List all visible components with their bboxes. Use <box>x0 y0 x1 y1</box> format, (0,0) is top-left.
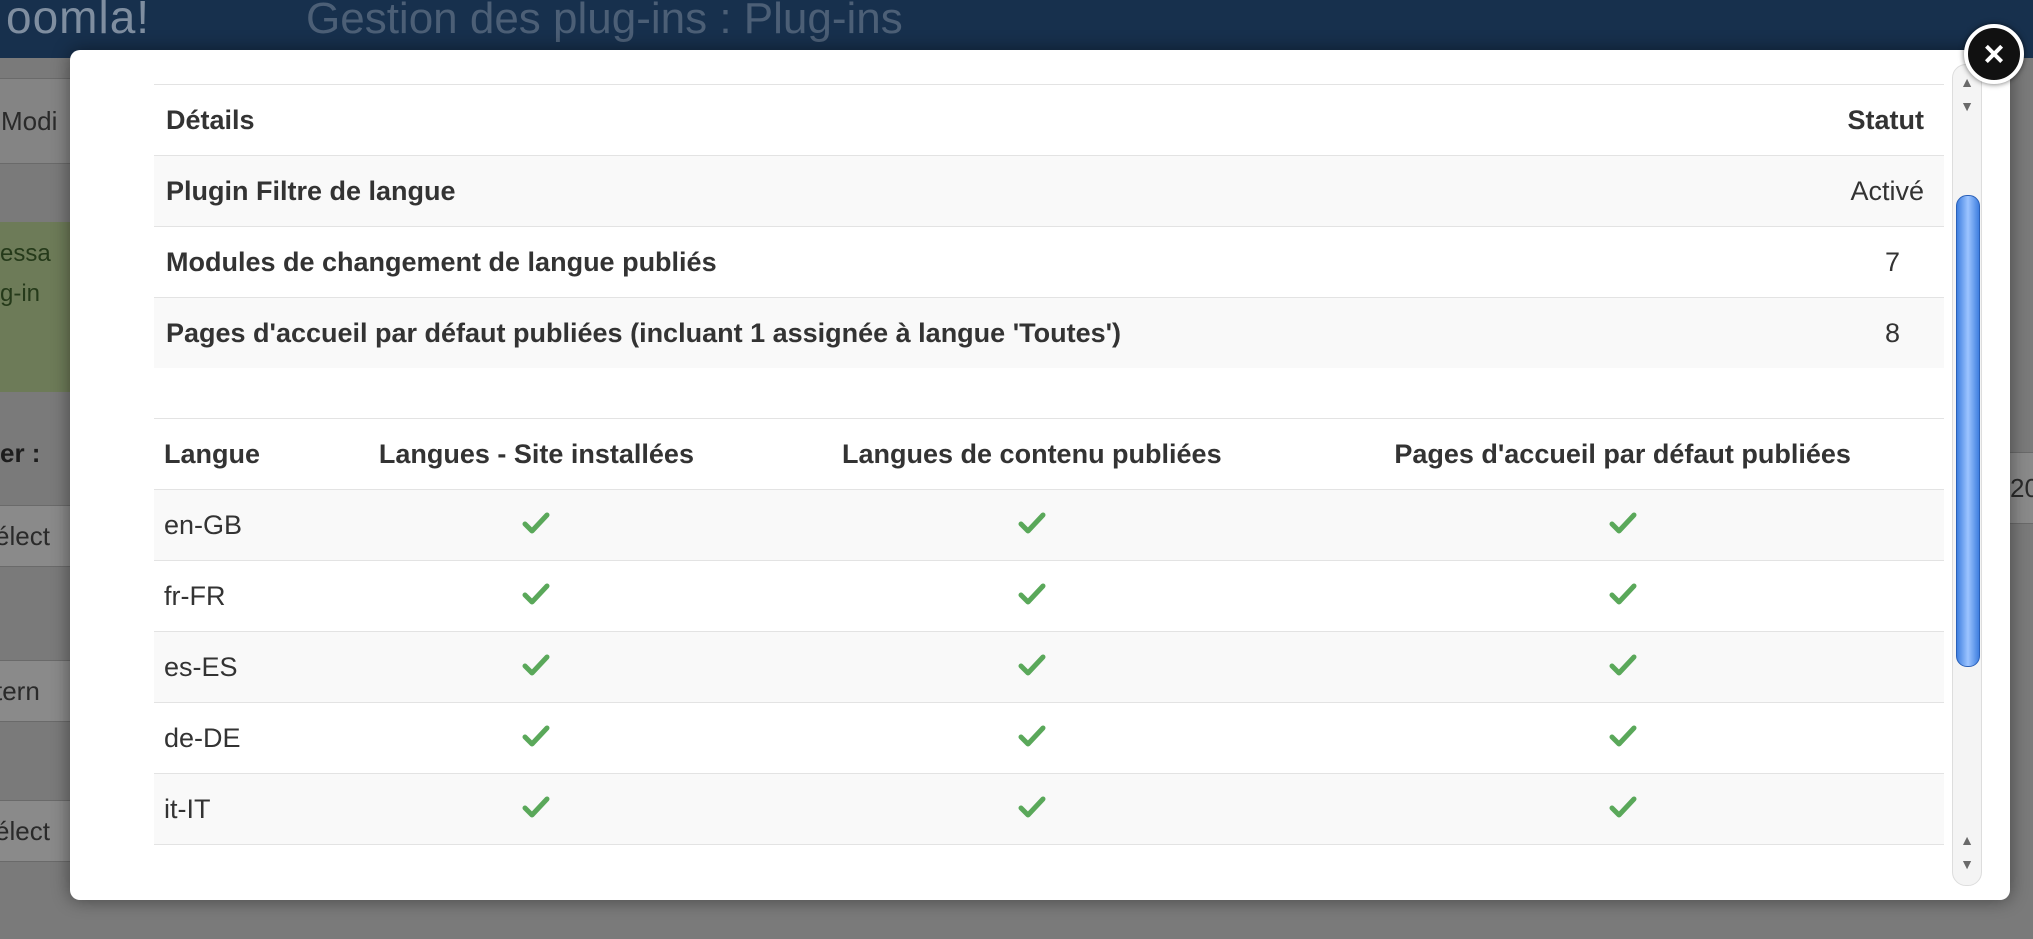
check-icon <box>1609 794 1637 817</box>
language-code: de-DE <box>154 702 311 774</box>
content-published-cell <box>762 702 1302 774</box>
table-row: it-IT <box>154 773 1944 845</box>
search-field[interactable]: tern <box>0 660 76 722</box>
modal-scrollbar[interactable]: ▲ ▼ ▲ ▼ <box>1952 64 1982 886</box>
language-table-body: en-GB fr-FR es-ES de-DE it-IT <box>154 489 1944 884</box>
table-row: Pages d'accueil par défaut publiées (inc… <box>154 297 1944 368</box>
content-published-cell <box>762 773 1302 845</box>
details-header: Détails <box>154 84 1766 156</box>
status-table-header: Détails Statut <box>154 84 1944 156</box>
check-icon <box>1018 794 1046 817</box>
language-code: es-ES <box>154 631 311 703</box>
check-icon <box>522 510 550 533</box>
table-row: de-DE <box>154 702 1944 774</box>
list-limit-value: 20 <box>2010 473 2033 503</box>
search-field-value: tern <box>0 676 40 706</box>
filter-select-1[interactable]: élect <box>0 505 76 567</box>
home-published-cell <box>1301 773 1944 845</box>
content-published-cell <box>762 489 1302 561</box>
scroll-down-arrow-icon[interactable]: ▼ <box>1953 851 1981 877</box>
page-title: Gestion des plug-ins : Plug-ins <box>306 0 903 43</box>
language-table-header: Langue Langues - Site installées Langues… <box>154 418 1944 490</box>
check-icon <box>1609 723 1637 746</box>
check-icon <box>522 723 550 746</box>
table-row: Modules de changement de langue publiés … <box>154 226 1944 298</box>
table-row: en-GB <box>154 489 1944 561</box>
screen: oomla! Gestion des plug-ins : Plug-ins M… <box>0 0 2033 939</box>
home-published-cell <box>1301 702 1944 774</box>
home-published-header: Pages d'accueil par défaut publiées <box>1301 418 1944 490</box>
check-icon <box>1609 652 1637 675</box>
system-message-line1: essa <box>0 240 51 267</box>
check-icon <box>522 581 550 604</box>
home-published-cell <box>1301 631 1944 703</box>
status-row-label: Modules de changement de langue publiés <box>154 226 1766 298</box>
table-row-partial <box>154 844 1944 884</box>
check-icon <box>1609 581 1637 604</box>
site-installed-header: Langues - Site installées <box>310 418 763 490</box>
language-table: Langue Langues - Site installées Langues… <box>154 418 1944 884</box>
home-published-cell <box>1301 560 1944 632</box>
site-installed-cell <box>310 489 763 561</box>
home-published-cell <box>1301 489 1944 561</box>
status-row-value: Activé <box>1765 155 1944 227</box>
check-icon <box>522 652 550 675</box>
edit-button-label: Modi <box>1 106 58 136</box>
table-row: es-ES <box>154 631 1944 703</box>
status-header: Statut <box>1765 84 1944 156</box>
check-icon <box>1018 723 1046 746</box>
table-row: fr-FR <box>154 560 1944 632</box>
status-row-label: Plugin Filtre de langue <box>154 155 1766 227</box>
status-row-value: 8 <box>1765 297 1944 368</box>
status-row-value: 7 <box>1765 226 1944 298</box>
language-code: fr-FR <box>154 560 311 632</box>
check-icon <box>1018 652 1046 675</box>
scroll-down-arrow-icon[interactable]: ▼ <box>1953 93 1981 119</box>
site-installed-cell <box>310 702 763 774</box>
language-header: Langue <box>154 418 311 490</box>
filter-label: er : <box>0 438 41 468</box>
check-icon <box>1018 510 1046 533</box>
site-installed-cell <box>310 560 763 632</box>
filter-select-1-value: élect <box>0 521 50 551</box>
status-table: Détails Statut Plugin Filtre de langue A… <box>154 84 1944 368</box>
site-installed-cell <box>310 631 763 703</box>
filter-select-2[interactable]: élect <box>0 800 76 862</box>
check-icon <box>1018 581 1046 604</box>
table-row: Plugin Filtre de langue Activé <box>154 155 1944 227</box>
joomla-logo: oomla! <box>6 0 151 43</box>
table-spacer <box>154 368 1944 418</box>
language-code: en-GB <box>154 489 311 561</box>
check-icon <box>1609 510 1637 533</box>
filter-select-2-value: élect <box>0 816 50 846</box>
scroll-up-arrow-icon[interactable]: ▲ <box>1953 827 1981 853</box>
site-installed-cell <box>310 773 763 845</box>
scroll-thumb[interactable] <box>1956 195 1980 667</box>
system-message: essa g-in <box>0 222 80 392</box>
content-published-cell <box>762 631 1302 703</box>
system-message-line2: g-in <box>0 280 41 307</box>
modal-content: Détails Statut Plugin Filtre de langue A… <box>154 84 1944 884</box>
close-icon[interactable]: × <box>1964 24 2024 84</box>
status-row-label: Pages d'accueil par défaut publiées (inc… <box>154 297 1766 368</box>
content-published-header: Langues de contenu publiées <box>762 418 1302 490</box>
content-published-cell <box>762 560 1302 632</box>
multilanguage-status-modal: Détails Statut Plugin Filtre de langue A… <box>70 50 2010 900</box>
language-code: it-IT <box>154 773 311 845</box>
check-icon <box>522 794 550 817</box>
